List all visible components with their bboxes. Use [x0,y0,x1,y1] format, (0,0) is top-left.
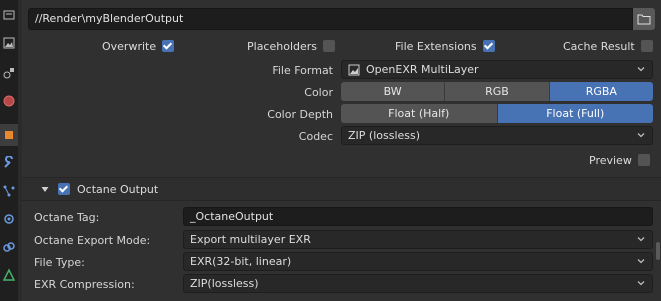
cache-result-checkbox[interactable] [640,40,653,52]
image-icon [3,37,15,49]
octane-tag-input[interactable]: _OctaneOutput [183,207,653,226]
color-depth-selector: Float (Half) Float (Full) [341,104,653,123]
properties-tab-strip [0,0,18,301]
wrench-icon [4,156,13,168]
mesh-data-icon [2,268,16,281]
octane-output-panel-header[interactable]: Octane Output [22,177,661,201]
browse-folder-button[interactable] [633,8,655,30]
placeholders-label: Placeholders [247,39,318,53]
color-depth-label: Color Depth [267,108,333,121]
output-path-input[interactable]: //Render\myBlenderOutput [28,8,633,30]
color-mode-selector: BW RGB RGBA [341,82,653,101]
file-format-label: File Format [272,64,333,77]
exr-compression-value: ZIP(lossless) [190,277,259,290]
cache-result-toggle[interactable]: Cache Result [563,38,653,54]
codec-dropdown[interactable]: ZIP (lossless) [341,126,653,145]
expand-arrow-icon[interactable] [40,184,50,194]
chevron-down-icon [637,281,645,286]
properties-panel: //Render\myBlenderOutput Overwrite Place… [22,0,661,301]
color-rgb-option[interactable]: RGB [445,82,550,101]
overwrite-toggle[interactable]: Overwrite [102,38,175,54]
output-path-row: //Render\myBlenderOutput [28,8,655,30]
chevron-down-icon [637,237,645,242]
octane-output-panel-title: Octane Output [77,182,159,196]
tab-world[interactable] [0,90,18,112]
placeholders-checkbox[interactable] [323,40,336,52]
exr-compression-dropdown[interactable]: ZIP(lossless) [183,274,653,293]
color-bw-option[interactable]: BW [341,82,446,101]
image-format-icon [348,64,360,75]
cache-result-label: Cache Result [563,39,635,53]
octane-output-panel-body: Octane Tag: _OctaneOutput Octane Export … [22,202,661,301]
placeholders-toggle[interactable]: Placeholders [247,38,336,54]
object-icon [5,131,13,139]
color-depth-full-option[interactable]: Float (Full) [497,104,653,123]
chevron-down-icon [637,67,645,72]
scrollbar[interactable] [656,242,660,260]
preview-checkbox[interactable] [637,154,650,166]
file-extensions-label: File Extensions [395,39,477,53]
chevron-down-icon [637,133,645,138]
tab-tool[interactable] [0,4,18,26]
tab-physics[interactable] [0,208,18,230]
file-format-value: OpenEXR MultiLayer [366,63,479,76]
preview-toggle[interactable]: Preview [589,152,650,168]
octane-tag-label: Octane Tag: [34,211,100,224]
octane-output-enable-checkbox[interactable] [58,183,70,195]
chevron-down-icon [637,259,645,264]
color-depth-half-option[interactable]: Float (Half) [341,104,498,123]
color-rgba-option[interactable]: RGBA [549,82,653,101]
tool-icon [3,10,15,20]
exr-compression-label: EXR Compression: [34,278,135,291]
overwrite-label: Overwrite [102,39,157,53]
file-format-dropdown[interactable]: OpenEXR MultiLayer [341,60,653,79]
physics-icon [4,214,14,224]
file-extensions-toggle[interactable]: File Extensions [395,38,495,54]
file-type-value: EXR(32-bit, linear) [190,255,292,268]
overwrite-checkbox[interactable] [162,40,175,52]
folder-icon [637,14,651,25]
tab-constraints[interactable] [0,236,18,258]
file-type-label: File Type: [34,256,85,269]
tab-view-layer[interactable] [0,62,18,84]
color-label: Color [304,86,333,99]
tab-modifiers[interactable] [0,152,18,174]
shapes-icon [3,68,14,79]
octane-export-mode-value: Export multilayer EXR [190,233,311,246]
codec-value: ZIP (lossless) [348,129,421,142]
preview-label: Preview [589,153,632,167]
tab-data[interactable] [0,264,18,286]
tab-render[interactable] [0,32,18,54]
tab-particles[interactable] [0,180,18,202]
constraint-icon [3,242,15,252]
octane-export-mode-label: Octane Export Mode: [34,234,151,247]
world-icon [3,95,15,107]
file-extensions-checkbox[interactable] [482,40,495,52]
tab-object[interactable] [0,124,18,146]
octane-export-mode-dropdown[interactable]: Export multilayer EXR [183,230,653,249]
codec-label: Codec [298,130,333,143]
file-type-dropdown[interactable]: EXR(32-bit, linear) [183,252,653,271]
particles-icon [3,185,15,197]
